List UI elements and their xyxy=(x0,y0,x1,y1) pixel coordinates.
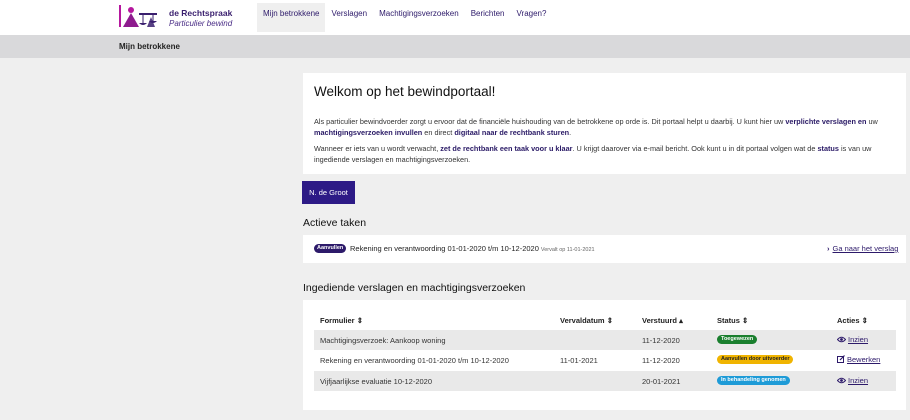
col-vervaldatum[interactable]: Vervaldatum ⇕ xyxy=(560,316,613,325)
go-to-report-link[interactable]: › Ga naar het verslag xyxy=(827,244,898,253)
task-item: Aanvullen Rekening en verantwoording 01-… xyxy=(303,235,906,263)
nav-verslagen[interactable]: Verslagen xyxy=(325,3,373,32)
task-text: Rekening en verantwoording 01-01-2020 t/… xyxy=(350,244,539,253)
sort-icon: ⇕ xyxy=(606,316,613,325)
sort-icon: ⇕ xyxy=(861,316,868,325)
edit-link[interactable]: Bewerken xyxy=(837,355,880,364)
justice-logo-icon xyxy=(119,5,157,27)
sort-asc-icon: ▴ xyxy=(679,316,683,325)
edit-icon xyxy=(837,355,845,363)
view-link-label: Inzien xyxy=(848,335,869,344)
col-formulier[interactable]: Formulier ⇕ xyxy=(320,316,363,325)
tasks-text: . U krijgt daarover via e-mail bericht. … xyxy=(572,144,818,153)
intro-emph-verslagen: verplichte verslagen en xyxy=(785,117,867,126)
breadcrumb: Mijn betrokkene xyxy=(119,42,180,51)
col-acties[interactable]: Acties ⇕ xyxy=(837,316,868,325)
rechtspraak-logo[interactable]: de Rechtspraak Particulier bewind xyxy=(117,3,232,31)
welcome-card: Welkom op het bewindportaal! Als particu… xyxy=(303,73,906,174)
intro-text: en direct xyxy=(422,128,455,137)
nav-machtigingsverzoeken[interactable]: Machtigingsverzoeken xyxy=(373,3,465,32)
tasks-emph-status: status xyxy=(817,144,839,153)
main-nav: Mijn betrokkene Verslagen Machtigingsver… xyxy=(257,3,552,32)
table-header: Formulier ⇕ Vervaldatum ⇕ Verstuurd ▴ St… xyxy=(314,310,896,330)
intro-emph-digitaal: digitaal naar de rechtbank sturen xyxy=(454,128,570,137)
col-formulier-label: Formulier xyxy=(320,316,355,325)
col-verstuurd-label: Verstuurd xyxy=(642,316,678,325)
submitted-table: Formulier ⇕ Vervaldatum ⇕ Verstuurd ▴ St… xyxy=(303,300,906,410)
eye-icon xyxy=(836,377,847,384)
table-row: Vijfjaarlijkse evaluatie 10-12-2020 20-0… xyxy=(314,371,896,391)
sort-icon: ⇕ xyxy=(356,316,363,325)
chevron-right-icon: › xyxy=(827,244,830,253)
submitted-title: Ingediende verslagen en machtigingsverzo… xyxy=(303,282,526,294)
eye-icon xyxy=(836,336,847,343)
intro-text: Als particulier bewindvoerder zorgt u er… xyxy=(314,117,786,126)
nav-berichten[interactable]: Berichten xyxy=(465,3,511,32)
cell-formulier: Machtigingsverzoek: Aankoop woning xyxy=(320,336,446,345)
active-tasks-title: Actieve taken xyxy=(303,217,367,229)
table-row: Rekening en verantwoording 01-01-2020 t/… xyxy=(314,350,896,370)
col-verstuurd[interactable]: Verstuurd ▴ xyxy=(642,316,683,325)
col-status-label: Status xyxy=(717,316,740,325)
col-vervaldatum-label: Vervaldatum xyxy=(560,316,605,325)
nav-mijn-betrokkene[interactable]: Mijn betrokkene xyxy=(257,3,326,32)
nav-vragen[interactable]: Vragen? xyxy=(510,3,552,32)
status-badge: Aanvullen door uitvoerder xyxy=(717,355,794,364)
task-badge: Aanvullen xyxy=(314,244,347,253)
person-button[interactable]: N. de Groot xyxy=(302,181,355,204)
tasks-emph-taak: zet de rechtbank een taak voor u klaar xyxy=(440,144,573,153)
col-acties-label: Acties xyxy=(837,316,860,325)
view-link-label: Inzien xyxy=(848,376,869,385)
cell-verstuurd: 20-01-2021 xyxy=(642,377,681,386)
brand-title: de Rechtspraak xyxy=(169,8,233,18)
welcome-intro: Als particulier bewindvoerder zorgt u er… xyxy=(314,116,894,138)
intro-text: uw xyxy=(866,117,878,126)
table-row: Machtigingsverzoek: Aankoop woning 11-12… xyxy=(314,330,896,350)
cell-verstuurd: 11-12-2020 xyxy=(642,356,680,365)
brand-subtitle: Particulier bewind xyxy=(169,19,233,28)
status-badge: Toegewezen xyxy=(717,335,758,344)
tasks-text: Wanneer er iets van u wordt verwacht, xyxy=(314,144,441,153)
col-status[interactable]: Status ⇕ xyxy=(717,316,748,325)
status-badge: In behandeling genomen xyxy=(717,376,790,385)
breadcrumb-bar: Mijn betrokkene xyxy=(0,35,910,58)
view-link[interactable]: Inzien xyxy=(836,376,869,385)
intro-emph-machtiging: machtigingsverzoeken invullen xyxy=(314,128,423,137)
welcome-title: Welkom op het bewindportaal! xyxy=(314,84,496,99)
task-description: Rekening en verantwoording 01-01-2020 t/… xyxy=(350,244,595,253)
sort-icon: ⇕ xyxy=(742,316,749,325)
welcome-tasks-info: Wanneer er iets van u wordt verwacht, ze… xyxy=(314,143,894,165)
cell-formulier: Rekening en verantwoording 01-01-2020 t/… xyxy=(320,356,509,365)
task-due-date: Vervalt op 11-01-2021 xyxy=(540,247,595,253)
view-link[interactable]: Inzien xyxy=(836,335,869,344)
cell-formulier: Vijfjaarlijkse evaluatie 10-12-2020 xyxy=(320,377,433,386)
edit-link-label: Bewerken xyxy=(847,355,881,364)
cell-verstuurd: 11-12-2020 xyxy=(642,336,680,345)
go-to-report-label: Ga naar het verslag xyxy=(832,244,899,253)
intro-text: . xyxy=(569,128,572,137)
top-bar: de Rechtspraak Particulier bewind Mijn b… xyxy=(0,0,910,35)
cell-vervaldatum: 11-01-2021 xyxy=(560,356,598,365)
